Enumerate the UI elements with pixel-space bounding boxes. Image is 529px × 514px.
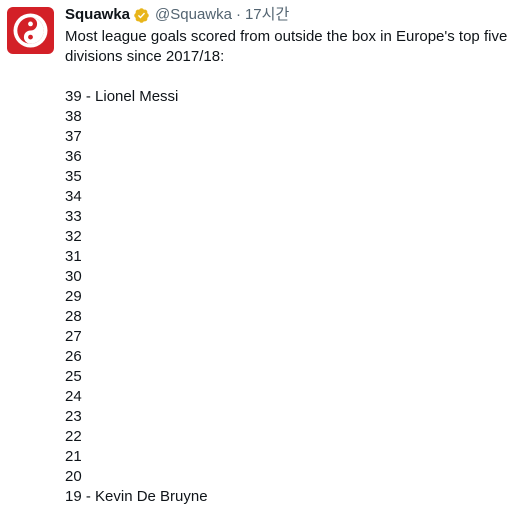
list-item: 19 - Kevin De Bruyne: [65, 488, 208, 505]
tweet-text: Most league goals scored from outside th…: [65, 27, 521, 507]
list-item: 35: [65, 168, 82, 185]
separator-dot: ·: [235, 6, 241, 23]
list-item: 23: [65, 408, 82, 425]
user-handle[interactable]: @Squawka: [155, 5, 232, 25]
verified-badge-icon[interactable]: [133, 7, 150, 24]
list-item: 26: [65, 348, 82, 365]
list-item: 32: [65, 228, 82, 245]
tweet-timestamp[interactable]: 17시간: [245, 5, 289, 25]
list-item: 29: [65, 288, 82, 305]
list-item: 22: [65, 428, 82, 445]
headline-line-1: Most league goals scored from outside th…: [65, 28, 508, 45]
list-item: 39 - Lionel Messi: [65, 88, 179, 105]
headline-line-2: divisions since 2017/18:: [65, 48, 225, 65]
list-item: 21: [65, 448, 82, 465]
list-item: 36: [65, 148, 82, 165]
tweet-content: Squawka @Squawka · 17시간 Most league goal…: [65, 5, 521, 507]
list-item: 34: [65, 188, 82, 205]
list-item: 25: [65, 368, 82, 385]
tweet-header: Squawka @Squawka · 17시간: [65, 5, 521, 25]
list-item: 27: [65, 328, 82, 345]
list-item: 28: [65, 308, 82, 325]
list-item: 30: [65, 268, 82, 285]
list-item: 38: [65, 108, 82, 125]
squawka-logo-icon[interactable]: [7, 7, 54, 54]
list-item: 31: [65, 248, 82, 265]
list-item: 33: [65, 208, 82, 225]
display-name[interactable]: Squawka: [65, 5, 130, 25]
list-item: 20: [65, 468, 82, 485]
tweet[interactable]: Squawka @Squawka · 17시간 Most league goal…: [0, 0, 529, 514]
list-item: 37: [65, 128, 82, 145]
list-item: 24: [65, 388, 82, 405]
